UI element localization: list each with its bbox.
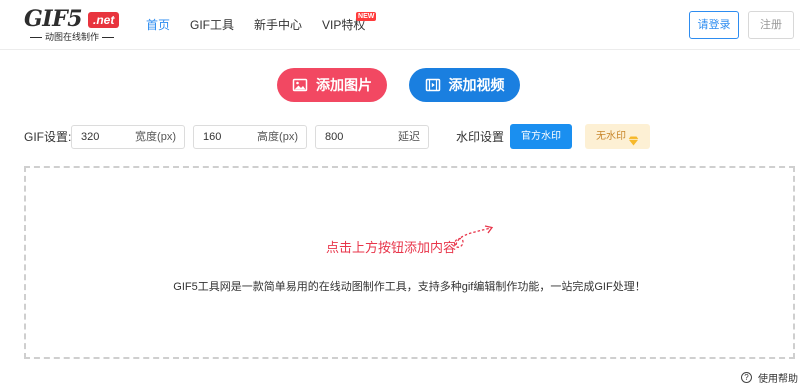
add-image-button[interactable]: 添加图片 xyxy=(277,68,387,102)
logo-badge: .net xyxy=(88,12,120,28)
question-circle-icon: ? xyxy=(741,372,752,383)
height-unit: 高度(px) xyxy=(257,131,298,143)
gif-settings-label: GIF设置: xyxy=(24,130,72,144)
register-button[interactable]: 注册 xyxy=(748,11,794,39)
width-field[interactable]: 320 宽度(px) xyxy=(71,125,185,149)
nav-item-vip[interactable]: VIP特权 NEW xyxy=(322,0,377,50)
delay-field[interactable]: 800 延迟 xyxy=(315,125,429,149)
add-image-label: 添加图片 xyxy=(316,77,372,93)
help-label: 使用帮助 xyxy=(758,374,798,385)
main-nav: 首页 GIF工具 新手中心 VIP特权 NEW xyxy=(146,0,385,50)
height-field[interactable]: 160 高度(px) xyxy=(193,125,307,149)
watermark-settings-label: 水印设置 xyxy=(456,130,505,144)
curly-arrow-icon xyxy=(451,224,495,257)
image-icon xyxy=(292,77,308,93)
logo-text: GIF5 xyxy=(24,6,83,32)
add-content-prompt: 点击上方按钮添加内容 xyxy=(326,240,457,255)
dropzone[interactable]: 点击上方按钮添加内容 GIF5工具网是一款简单易用的在线动图制作工具，支持多种g… xyxy=(24,166,795,359)
delay-value: 800 xyxy=(325,131,344,143)
delay-unit: 延迟 xyxy=(398,131,420,143)
tool-description: GIF5工具网是一款简单易用的在线动图制作工具，支持多种gif编辑制作功能，一站… xyxy=(173,281,646,293)
add-video-label: 添加视频 xyxy=(448,77,505,93)
width-value: 320 xyxy=(81,131,100,143)
nav-item-home[interactable]: 首页 xyxy=(146,0,170,50)
logo[interactable]: GIF5 .net 动图在线制作 xyxy=(24,7,124,43)
no-watermark-button[interactable]: 无水印 xyxy=(585,124,650,149)
diamond-icon xyxy=(628,131,639,156)
nav-item-gif-tools[interactable]: GIF工具 xyxy=(190,0,234,50)
film-icon xyxy=(425,77,441,93)
official-watermark-button[interactable]: 官方水印 xyxy=(510,124,572,149)
new-badge: NEW xyxy=(356,12,377,21)
login-button[interactable]: 请登录 xyxy=(689,11,739,39)
header: GIF5 .net 动图在线制作 首页 GIF工具 新手中心 VIP特权 NEW … xyxy=(0,0,800,50)
help-link[interactable]: ? 使用帮助 xyxy=(741,370,798,385)
width-unit: 宽度(px) xyxy=(135,131,176,143)
nav-item-beginner-center[interactable]: 新手中心 xyxy=(254,0,302,50)
no-watermark-label: 无水印 xyxy=(596,131,626,142)
height-value: 160 xyxy=(203,131,222,143)
gif-settings-row: GIF设置: 320 宽度(px) 160 高度(px) 800 延迟 水印设置… xyxy=(0,123,800,151)
logo-subtitle: 动图在线制作 xyxy=(24,32,120,43)
add-video-button[interactable]: 添加视频 xyxy=(409,68,520,102)
